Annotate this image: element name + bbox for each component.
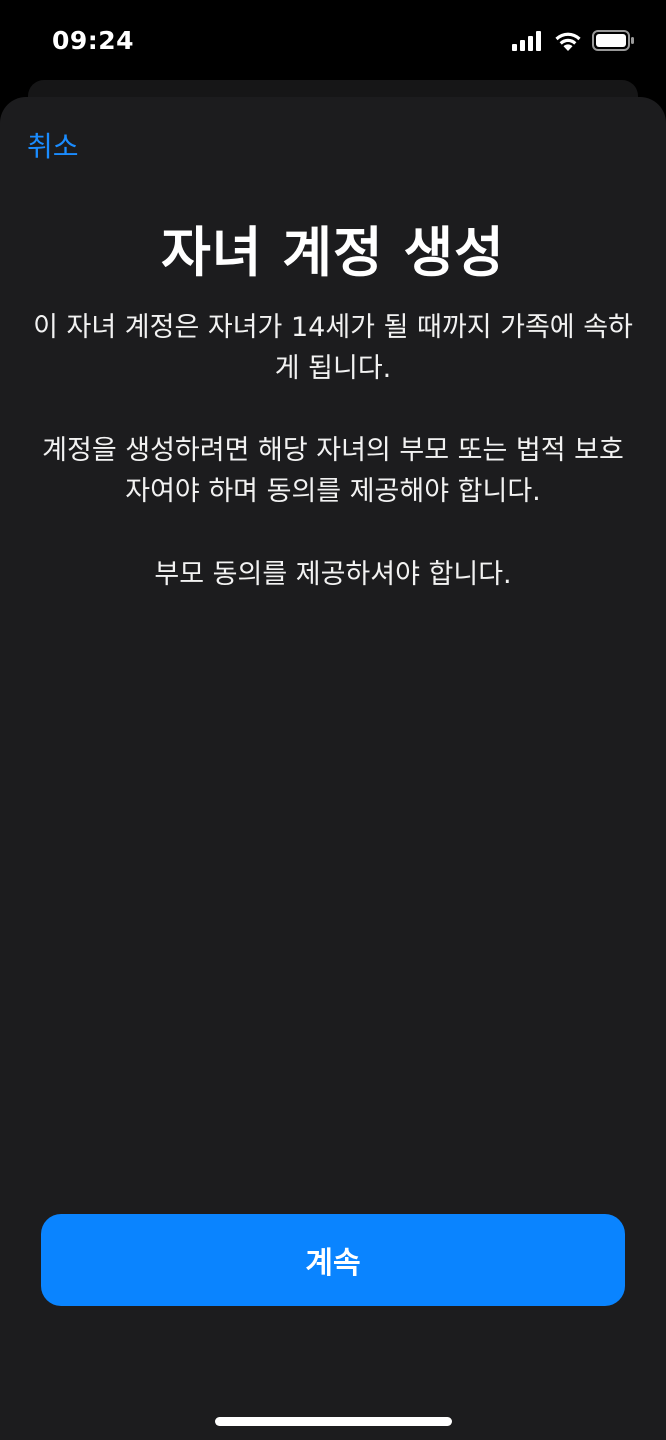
page-title: 자녀 계정 생성 (161, 221, 505, 284)
status-time: 09:24 (52, 26, 135, 55)
cellular-signal-icon (512, 30, 541, 51)
cancel-button[interactable]: 취소 (27, 125, 79, 165)
info-paragraph-consent: 부모 동의를 제공하셔야 합니다. (154, 559, 512, 590)
status-bar: 09:24 (0, 0, 666, 84)
continue-button[interactable]: 계속 (41, 1214, 625, 1306)
home-indicator[interactable] (215, 1417, 452, 1426)
battery-icon (592, 30, 634, 51)
status-icons (512, 30, 634, 51)
info-paragraph-guardian: 계정을 생성하려면 해당 자녀의 부모 또는 법적 보호자여야 하며 동의를 제… (42, 435, 624, 507)
wifi-icon (555, 32, 581, 51)
info-paragraph-age: 이 자녀 계정은 자녀가 14세가 될 때까지 가족에 속하게 됩니다. (33, 312, 633, 384)
